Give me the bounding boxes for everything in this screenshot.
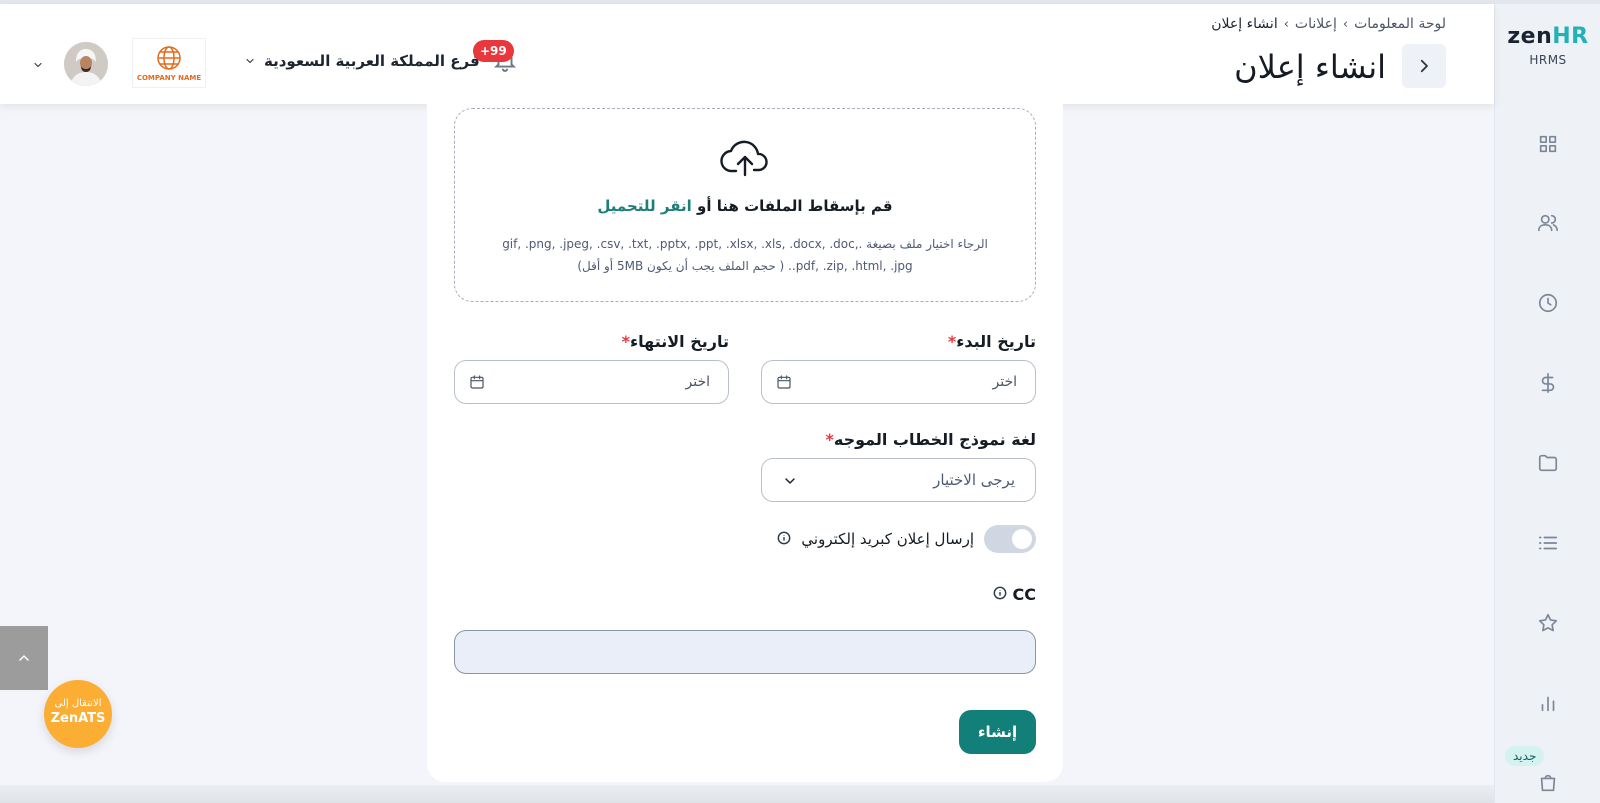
file-dropzone[interactable]: قم بإسقاط الملفات هنا أو انقر للتحميل ال…	[454, 108, 1036, 302]
required-mark: *	[621, 332, 630, 351]
dropzone-instruction: قم بإسقاط الملفات هنا أو	[697, 197, 893, 215]
user-menu-toggle[interactable]	[32, 56, 44, 75]
start-date-picker[interactable]: اختر	[761, 360, 1036, 404]
create-button[interactable]: إنشاء	[959, 710, 1036, 754]
zenats-line2: ZenATS	[50, 711, 106, 726]
required-mark: *	[947, 332, 957, 351]
clock-icon[interactable]	[1536, 291, 1560, 315]
app-logo[interactable]: zenHR HRMS	[1495, 24, 1600, 67]
bottom-scroll-shadow	[0, 785, 1494, 803]
chevron-right-icon	[1420, 59, 1428, 73]
grid-icon[interactable]	[1536, 132, 1560, 156]
info-icon[interactable]	[777, 530, 791, 549]
branch-selector[interactable]: فرع المملكة العربية السعودية	[244, 52, 480, 70]
star-icon[interactable]	[1536, 611, 1560, 635]
back-button[interactable]	[1402, 44, 1446, 88]
calendar-icon	[469, 374, 485, 390]
language-select-value: يرجى الاختيار	[933, 471, 1015, 489]
brand-hr: HR	[1552, 24, 1589, 49]
calendar-icon	[776, 374, 792, 390]
language-label-text: لغة نموذج الخطاب الموجه	[833, 430, 1036, 449]
chevron-down-icon	[246, 58, 254, 64]
company-logo: COMPANY NAME	[132, 38, 206, 88]
go-to-zenats-button[interactable]: الانتقال إلى ZenATS	[44, 680, 112, 748]
start-date-label: تاريخ البدء*	[944, 332, 1036, 351]
email-toggle-label: إرسال إعلان كبريد إلكتروني	[801, 530, 974, 548]
users-icon[interactable]	[1536, 211, 1560, 235]
list-icon[interactable]	[1536, 531, 1560, 555]
scroll-to-top-button[interactable]	[0, 626, 48, 690]
email-toggle[interactable]	[984, 525, 1036, 553]
chevron-up-icon	[19, 655, 29, 661]
end-date-label-text: تاريخ الانتهاء	[629, 332, 729, 351]
info-icon[interactable]	[993, 585, 1007, 604]
chevron-down-icon	[782, 473, 798, 493]
chevron-down-icon	[34, 62, 42, 68]
breadcrumb-current: انشاء إعلان	[1211, 16, 1278, 32]
cc-label: CC	[1012, 585, 1036, 604]
start-date-placeholder: اختر	[992, 374, 1018, 390]
cc-label-row: CC	[993, 585, 1036, 604]
email-toggle-row: إرسال إعلان كبريد إلكتروني	[777, 525, 1036, 553]
breadcrumb: لوحة المعلومات ‹ إعلانات ‹ انشاء إعلان	[1211, 16, 1446, 32]
folder-icon[interactable]	[1536, 451, 1560, 475]
cloud-upload-icon	[720, 137, 770, 179]
language-select[interactable]: يرجى الاختيار	[761, 458, 1036, 502]
dropzone-hint: الرجاء اختيار ملف بصيغة .gif, .png, .jpe…	[502, 237, 988, 273]
cc-input[interactable]	[454, 630, 1036, 674]
brand-sub: HRMS	[1529, 53, 1567, 67]
new-badge: جديد	[1505, 746, 1545, 766]
announcement-form-card: قم بإسقاط الملفات هنا أو انقر للتحميل ال…	[427, 104, 1063, 782]
bar-chart-icon[interactable]	[1536, 691, 1560, 715]
branch-name: فرع المملكة العربية السعودية	[264, 52, 480, 70]
start-date-label-text: تاريخ البدء	[956, 332, 1036, 351]
sidebar: zenHR HRMS جديد	[1494, 4, 1600, 803]
globe-icon	[157, 46, 181, 70]
company-name: COMPANY NAME	[136, 74, 202, 82]
breadcrumb-announcements[interactable]: إعلانات	[1295, 16, 1337, 32]
zenats-line1: الانتقال إلى	[54, 698, 102, 709]
end-date-label: تاريخ الانتهاء*	[618, 332, 729, 351]
required-mark: *	[825, 430, 834, 449]
toggle-knob	[1012, 529, 1032, 549]
breadcrumb-separator-icon: ‹	[1342, 16, 1349, 32]
page-title: انشاء إعلان	[1234, 48, 1386, 86]
bag-icon[interactable]	[1536, 771, 1560, 795]
language-label: لغة نموذج الخطاب الموجه*	[821, 430, 1036, 449]
breadcrumb-separator-icon: ‹	[1283, 16, 1289, 32]
click-to-upload-link[interactable]: انقر للتحميل	[597, 197, 691, 215]
user-avatar[interactable]	[64, 42, 108, 86]
breadcrumb-dashboard[interactable]: لوحة المعلومات	[1354, 16, 1446, 32]
top-header: لوحة المعلومات ‹ إعلانات ‹ انشاء إعلان ا…	[0, 4, 1494, 104]
dollar-icon[interactable]	[1536, 371, 1560, 395]
end-date-picker[interactable]: اختر	[454, 360, 729, 404]
brand-zen: zen	[1507, 24, 1553, 49]
dropzone-text: قم بإسقاط الملفات هنا أو انقر للتحميل	[455, 197, 1035, 215]
end-date-placeholder: اختر	[685, 374, 711, 390]
